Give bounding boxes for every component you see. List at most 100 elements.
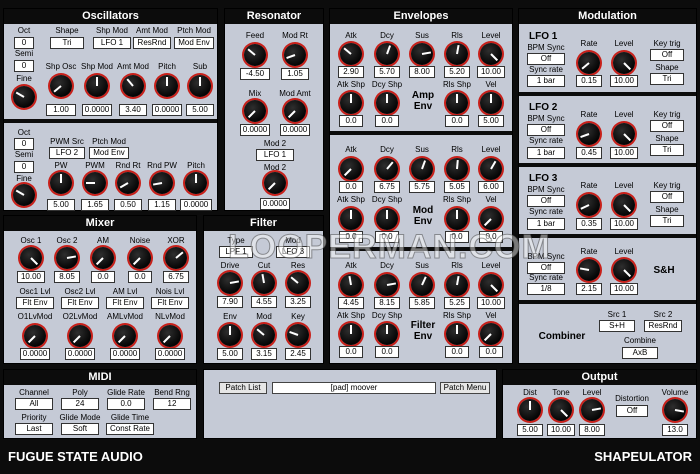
lfo2-shape-select[interactable]: Tri (650, 144, 684, 156)
mixer-o2lvmod-knob[interactable] (69, 325, 91, 347)
filter-type-select[interactable]: LPF 1 (219, 246, 253, 258)
lfo3-shape-select[interactable]: Tri (650, 215, 684, 227)
output-tone-knob[interactable] (550, 399, 572, 421)
osc2-rnd-rt-knob[interactable] (117, 172, 139, 194)
lfo3-sync-select[interactable]: 1 bar (527, 218, 565, 230)
amp-atk-shp-knob[interactable] (340, 92, 362, 114)
res-mod2-knob[interactable] (264, 172, 286, 194)
mod-vel-knob[interactable] (480, 208, 502, 230)
mixer-o1lvmod-knob[interactable] (24, 325, 46, 347)
osc2-pitch-knob[interactable] (185, 172, 207, 194)
combiner-src1-select[interactable]: S+H (599, 320, 635, 332)
midi-poly-select[interactable]: 24 (61, 398, 99, 410)
amp-rls-shp-knob[interactable] (446, 92, 468, 114)
lfo2-rate-knob[interactable] (578, 123, 600, 145)
filter-key-knob[interactable] (287, 324, 309, 346)
osc1-shp-mod-knob[interactable] (86, 75, 108, 97)
mixer-noislvl-select[interactable]: Flt Env (151, 297, 189, 309)
mixer-osc1-knob[interactable] (20, 247, 42, 269)
sh-sync-select[interactable]: 1/8 (527, 283, 565, 295)
filter-env-knob[interactable] (219, 324, 241, 346)
res-mix-knob[interactable] (244, 100, 266, 122)
lfo1-bpm-select[interactable]: Off (527, 53, 565, 65)
lfo2-keytrig-select[interactable]: Off (650, 120, 684, 132)
midi-glide-rate-value[interactable]: 0.0 (107, 398, 145, 410)
res-mod2-select[interactable]: LFO 1 (256, 149, 294, 161)
midi-glide-time-select[interactable]: Const Rate (106, 423, 154, 435)
lfo3-bpm-select[interactable]: Off (527, 195, 565, 207)
osc2-pwm-knob[interactable] (84, 172, 106, 194)
osc1-shape-select[interactable]: Tri (50, 37, 84, 49)
patch-menu-button[interactable]: Patch Menu (440, 382, 490, 394)
flt-vel-knob[interactable] (480, 323, 502, 345)
osc2-rnd-pw-knob[interactable] (151, 172, 173, 194)
sh-rate-knob[interactable] (578, 259, 600, 281)
osc1-semi-value[interactable]: 0 (14, 60, 34, 72)
res-mod-rt-knob[interactable] (284, 44, 306, 66)
output-level-knob[interactable] (581, 399, 603, 421)
output-volume-knob[interactable] (664, 399, 686, 421)
mixer-osc1lvl-select[interactable]: Flt Env (16, 297, 54, 309)
osc1-amt-mod-knob[interactable] (122, 75, 144, 97)
osc1-ptch-mod-select[interactable]: Mod Env (174, 37, 214, 49)
osc2-pwm-src-select[interactable]: LFO 2 (49, 147, 85, 159)
mixer-amlvmod-knob[interactable] (114, 325, 136, 347)
midi-glide-mode-select[interactable]: Soft (61, 423, 99, 435)
output-distortion-select[interactable]: Off (616, 405, 648, 417)
lfo3-level-knob[interactable] (613, 194, 635, 216)
res-mod-amt-knob[interactable] (284, 100, 306, 122)
mixer-amlvl-select[interactable]: Flt Env (106, 297, 144, 309)
osc1-amt-mod-select[interactable]: ResRnd (133, 37, 171, 49)
filter-res-knob[interactable] (287, 272, 309, 294)
osc2-fine-knob[interactable] (13, 184, 35, 206)
osc2-oct-value[interactable]: 0 (14, 138, 34, 150)
osc2-semi-value[interactable]: 0 (14, 161, 34, 173)
filter-modk-knob[interactable] (253, 324, 275, 346)
osc2-pw-knob[interactable] (50, 172, 72, 194)
mixer-noise-knob[interactable] (129, 247, 151, 269)
mod-atk-knob[interactable] (340, 158, 362, 180)
lfo3-keytrig-select[interactable]: Off (650, 191, 684, 203)
lfo1-level-knob[interactable] (613, 52, 635, 74)
output-dist-knob[interactable] (519, 399, 541, 421)
osc1-shp-osc-knob[interactable] (50, 75, 72, 97)
mod-level-knob[interactable] (480, 158, 502, 180)
mixer-xor-knob[interactable] (165, 247, 187, 269)
amp-atk-knob[interactable] (340, 43, 362, 65)
flt-rls-shp-knob[interactable] (446, 323, 468, 345)
mod-dcy-knob[interactable] (376, 158, 398, 180)
mod-rls-knob[interactable] (446, 158, 468, 180)
osc1-oct-value[interactable]: 0 (14, 37, 34, 49)
filter-drive-knob[interactable] (219, 272, 241, 294)
flt-atk-knob[interactable] (340, 274, 362, 296)
mod-atk-shp-knob[interactable] (340, 208, 362, 230)
midi-priority-select[interactable]: Last (15, 423, 53, 435)
lfo2-sync-select[interactable]: 1 bar (527, 147, 565, 159)
midi-channel-select[interactable]: All (15, 398, 53, 410)
mod-sus-knob[interactable] (411, 158, 433, 180)
combiner-src2-select[interactable]: ResRnd (644, 320, 682, 332)
flt-sus-knob[interactable] (411, 274, 433, 296)
osc1-shp-mod-select[interactable]: LFO 1 (93, 37, 131, 49)
patch-list-button[interactable]: Patch List (219, 382, 267, 394)
amp-dcy-shp-knob[interactable] (376, 92, 398, 114)
osc2-ptch-mod-select[interactable]: Mod Env (89, 147, 129, 159)
osc1-pitch-knob[interactable] (156, 75, 178, 97)
flt-level-knob[interactable] (480, 274, 502, 296)
amp-sus-knob[interactable] (411, 43, 433, 65)
amp-vel-knob[interactable] (480, 92, 502, 114)
filter-mod-select[interactable]: LFO 3 (276, 246, 310, 258)
lfo1-rate-knob[interactable] (578, 52, 600, 74)
mixer-nlvmod-knob[interactable] (159, 325, 181, 347)
osc1-sub-knob[interactable] (189, 75, 211, 97)
lfo1-shape-select[interactable]: Tri (650, 73, 684, 85)
mixer-am-knob[interactable] (92, 247, 114, 269)
flt-dcy-knob[interactable] (376, 274, 398, 296)
sh-level-knob[interactable] (613, 259, 635, 281)
flt-atk-shp-knob[interactable] (340, 323, 362, 345)
lfo2-level-knob[interactable] (613, 123, 635, 145)
amp-level-knob[interactable] (480, 43, 502, 65)
mixer-osc2-knob[interactable] (56, 247, 78, 269)
lfo3-rate-knob[interactable] (578, 194, 600, 216)
lfo2-bpm-select[interactable]: Off (527, 124, 565, 136)
